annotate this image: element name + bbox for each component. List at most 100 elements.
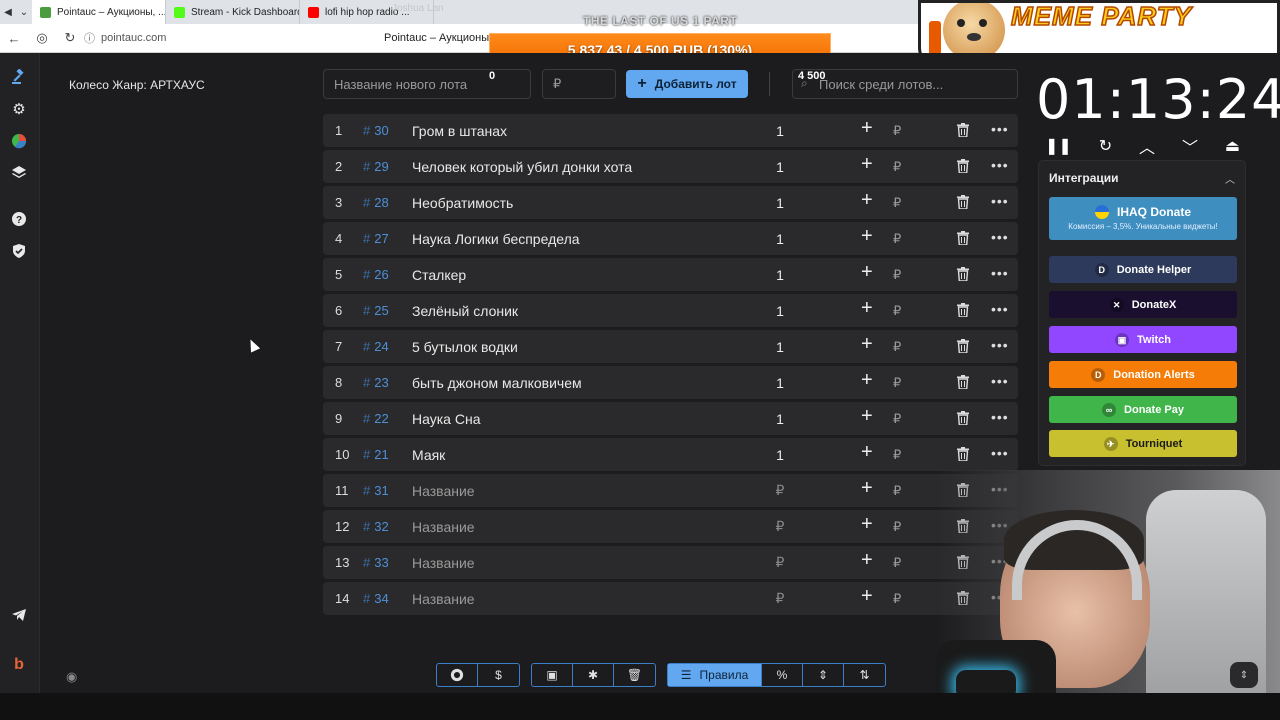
lot-amount-input[interactable]: ₽ [775,590,785,607]
ruble-input[interactable]: ₽ [893,195,901,211]
lot-name-input[interactable]: 5 бутылок водки [412,339,518,355]
ruble-input[interactable]: ₽ [893,411,901,427]
lot-name-input[interactable]: Гром в штанах [412,123,507,139]
tab-audio-icon[interactable]: ◀ [0,7,16,18]
more-options-icon[interactable]: ••• [991,373,1009,389]
lot-name-input[interactable]: Название [412,519,475,535]
lot-name-input[interactable]: Название [412,555,475,571]
lot-name-input[interactable]: Название [412,483,475,499]
percent-icon[interactable]: % [762,664,803,686]
reset-icon[interactable]: ↻ [1099,136,1112,156]
lot-amount-input[interactable]: 1 [775,123,785,139]
integration-button[interactable]: ✕ DonateX [1049,291,1237,318]
eye-icon[interactable]: ◉ [66,669,77,685]
add-amount-icon[interactable]: + [861,297,873,320]
ruble-input[interactable]: ₽ [893,375,901,391]
reload-icon[interactable]: ↻ [56,30,84,46]
new-lot-name-input[interactable]: Название нового лота [323,69,531,99]
help-icon[interactable]: ? [8,208,30,230]
dollar-icon[interactable]: $ [478,664,519,686]
ruble-input[interactable]: ₽ [893,447,901,463]
tab-list-chevron-icon[interactable]: ⌄ [16,7,32,18]
ruble-input[interactable]: ₽ [893,303,901,319]
more-options-icon[interactable]: ••• [991,445,1009,461]
ruble-input[interactable]: ₽ [893,159,901,175]
ruble-input[interactable]: ₽ [893,519,901,535]
trash-icon[interactable] [957,195,969,210]
integration-button[interactable]: ✈ Tourniquet [1049,430,1237,457]
ihaq-donate-button[interactable]: IHAQ Donate Комиссия – 3,5%. Уникальные … [1049,197,1237,240]
trash-icon[interactable] [957,123,969,138]
add-amount-icon[interactable]: + [861,225,873,248]
forward-icon[interactable]: ◎ [28,30,56,46]
lot-amount-input[interactable]: ₽ [775,518,785,535]
browser-tab-kick[interactable]: Stream - Kick Dashboard [166,0,300,24]
search-lots-input[interactable]: ⌕ Поиск среди лотов... [792,69,1018,99]
lot-amount-input[interactable]: ₽ [775,482,785,499]
integration-button[interactable]: ▣ Twitch [1049,326,1237,353]
add-amount-icon[interactable]: + [861,117,873,140]
lot-amount-input[interactable]: 1 [775,375,785,391]
add-amount-icon[interactable]: + [861,261,873,284]
ruble-input[interactable]: ₽ [893,339,901,355]
eject-icon[interactable]: ⏏ [1225,136,1240,156]
back-arrow-icon[interactable]: ← [0,31,28,46]
add-amount-icon[interactable]: + [861,153,873,176]
trash-icon[interactable] [957,339,969,354]
add-amount-icon[interactable]: + [861,477,873,500]
trash-icon[interactable] [957,447,969,462]
chevron-up-icon[interactable]: ︿ [1139,134,1155,158]
trash-icon[interactable] [957,267,969,282]
trash-icon[interactable] [957,303,969,318]
more-options-icon[interactable]: ••• [991,265,1009,281]
add-amount-icon[interactable]: + [861,549,873,572]
add-amount-icon[interactable]: + [861,189,873,212]
integration-button[interactable]: ∞ Donate Pay [1049,396,1237,423]
add-amount-icon[interactable]: + [861,333,873,356]
lot-name-input[interactable]: Зелёный слоник [412,303,518,319]
add-amount-icon[interactable]: + [861,585,873,608]
github-icon[interactable] [437,664,478,686]
add-amount-icon[interactable]: + [861,369,873,392]
more-options-icon[interactable]: ••• [991,409,1009,425]
lot-amount-input[interactable]: 1 [775,231,785,247]
lot-name-input[interactable]: быть джоном малковичем [412,375,582,391]
ruble-input[interactable]: ₽ [893,231,901,247]
telegram-icon[interactable] [8,604,30,626]
ruble-input[interactable]: ₽ [893,483,901,499]
lot-amount-input[interactable]: 1 [775,159,785,175]
new-lot-amount-input[interactable]: ₽ [542,69,616,99]
collapse-chevron-icon[interactable]: ︿ [1225,171,1235,186]
shield-icon[interactable] [8,240,30,262]
bug-icon[interactable]: ✱ [573,664,614,686]
ruble-input[interactable]: ₽ [893,591,901,607]
scroll-chevron-icon[interactable]: ⇕ [1230,662,1258,688]
add-amount-icon[interactable]: + [861,441,873,464]
rules-button[interactable]: ☰ Правила [668,664,762,686]
lot-amount-input[interactable]: 1 [775,303,785,319]
lot-name-input[interactable]: Название [412,591,475,607]
gavel-icon[interactable] [8,66,30,88]
add-amount-icon[interactable]: + [861,513,873,536]
trash-icon[interactable] [957,231,969,246]
chevron-down-icon[interactable]: ﹀ [1182,134,1198,158]
more-options-icon[interactable]: ••• [991,193,1009,209]
sort-icon[interactable]: ⇅ [844,664,885,686]
trash-icon[interactable] [957,375,969,390]
lot-name-input[interactable]: Маяк [412,447,445,463]
pause-icon[interactable]: ❚❚ [1045,136,1072,156]
lot-amount-input[interactable]: 1 [775,339,785,355]
more-options-icon[interactable]: ••• [991,301,1009,317]
url-field[interactable]: pointauc.com [101,32,166,44]
site-info-icon[interactable]: ⓘ [84,30,95,46]
lot-amount-input[interactable]: 1 [775,411,785,427]
ruble-input[interactable]: ₽ [893,267,901,283]
trash-icon[interactable] [957,411,969,426]
lot-name-input[interactable]: Сталкер [412,267,466,283]
browser-tab-pointauc[interactable]: Pointauc – Аукционы, ... ✕ [32,0,166,24]
trash-icon[interactable] [957,159,969,174]
more-options-icon[interactable]: ••• [991,229,1009,245]
add-amount-icon[interactable]: + [861,405,873,428]
lot-name-input[interactable]: Человек который убил донки хота [412,159,632,175]
more-options-icon[interactable]: ••• [991,121,1009,137]
